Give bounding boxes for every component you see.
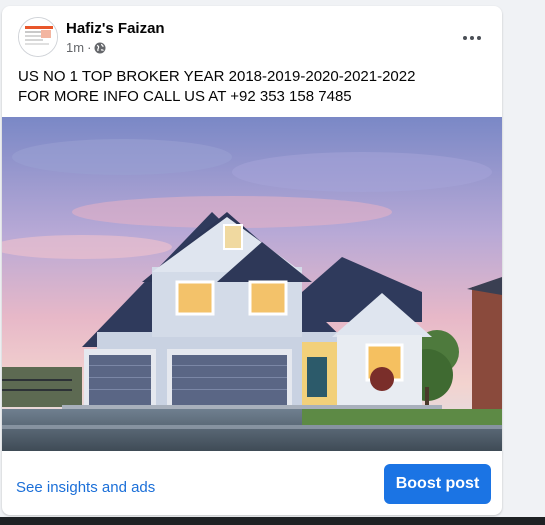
post-header: Hafiz's Faizan 1m · [2,6,502,64]
see-insights-link[interactable]: See insights and ads [16,479,155,496]
post-card: Hafiz's Faizan 1m · US NO 1 TOP BROKER Y [2,6,502,515]
boost-post-button[interactable]: Boost post [384,464,491,504]
more-options-button[interactable] [454,20,490,56]
post-text-line-1: US NO 1 TOP BROKER YEAR 2018-2019-2020-2… [18,68,416,85]
meta-separator: · [87,40,92,55]
post-photo[interactable] [2,117,502,451]
globe-icon[interactable] [94,42,106,54]
post-meta: 1m · [66,40,106,55]
post-footer: See insights and ads Boost post [2,451,502,515]
taskbar-edge [0,517,545,525]
avatar[interactable] [18,17,58,57]
post-text-line-2: FOR MORE INFO CALL US AT +92 353 158 748… [18,88,352,105]
ellipsis-icon [463,36,481,40]
post-time[interactable]: 1m [66,40,84,55]
post-text: US NO 1 TOP BROKER YEAR 2018-2019-2020-2… [18,67,488,107]
author-name[interactable]: Hafiz's Faizan [66,20,165,37]
page-background-right [506,0,545,517]
